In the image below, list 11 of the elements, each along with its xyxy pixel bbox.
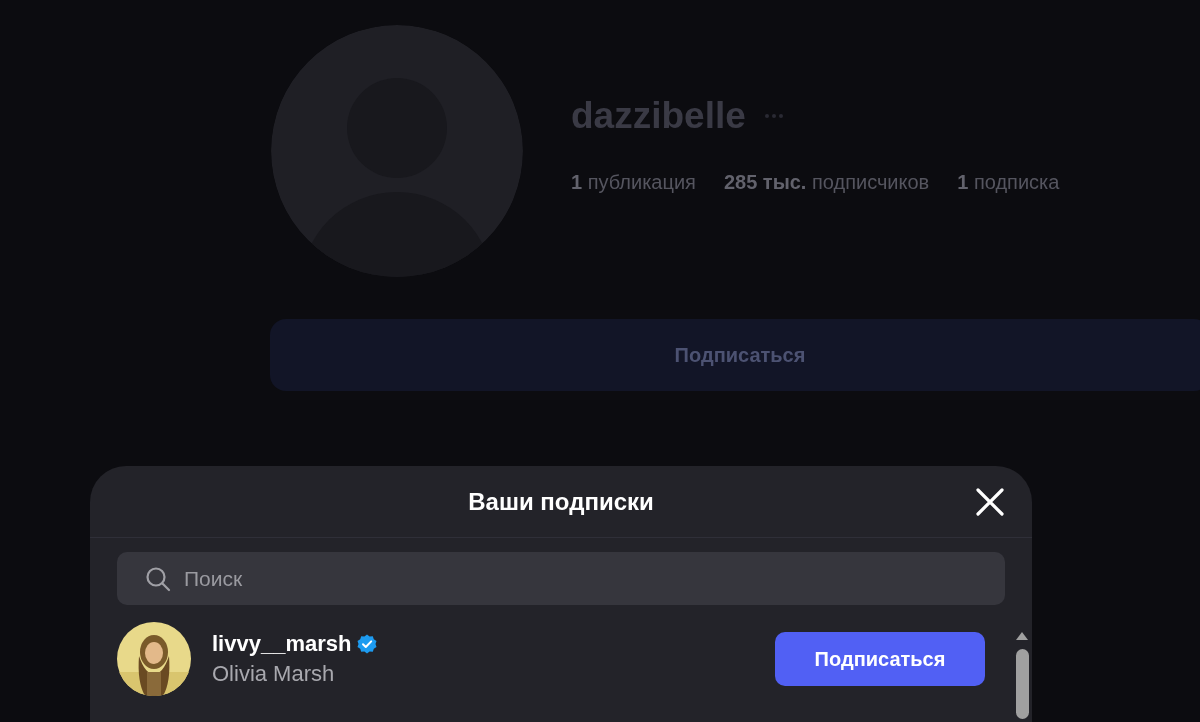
close-icon[interactable]: [976, 488, 1004, 516]
profile-stat[interactable]: 1 подписка: [957, 167, 1060, 197]
follow-button[interactable]: Подписаться: [775, 632, 985, 686]
profile-stat[interactable]: 1 публикация: [571, 167, 696, 197]
modal-title: Ваши подписки: [468, 486, 654, 517]
user-username[interactable]: livvy__marsh: [212, 629, 352, 659]
scrollbar-thumb[interactable]: [1015, 649, 1029, 719]
profile-stat[interactable]: 285 тыс. подписчиков: [723, 167, 930, 197]
user-full-name: Olivia Marsh: [212, 660, 336, 688]
follow-button[interactable]: Подписаться: [270, 319, 1200, 391]
search-field[interactable]: Поиск: [117, 552, 1005, 605]
